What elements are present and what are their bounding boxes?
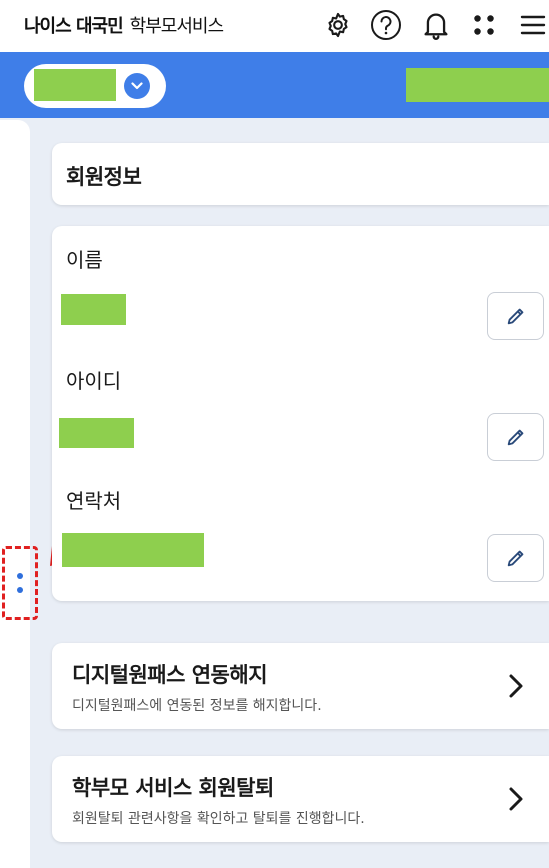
apps-icon[interactable] [468, 9, 500, 41]
pencil-icon [507, 429, 523, 446]
side-drawer [0, 120, 30, 868]
help-icon[interactable] [370, 9, 402, 41]
edit-id-button[interactable] [487, 413, 544, 461]
page-title-card: 회원정보 [52, 143, 549, 205]
chevron-down-icon[interactable] [124, 73, 150, 99]
pencil-icon [507, 550, 523, 567]
brand-bold-text: 나이스 대국민 [24, 16, 124, 37]
redacted-contact-value [62, 533, 204, 567]
redacted-id-value [59, 418, 134, 448]
edit-contact-button[interactable] [487, 534, 544, 582]
menu-icon[interactable] [517, 9, 549, 41]
redacted-name-value [61, 294, 126, 325]
app-header: 나이스 대국민 학부모서비스 [0, 0, 549, 52]
name-label: 이름 [66, 248, 103, 272]
brand-service-text: 학부모서비스 [129, 16, 224, 37]
edit-name-button[interactable] [487, 292, 544, 340]
chevron-right-icon [509, 787, 523, 811]
gear-icon[interactable] [322, 9, 354, 41]
drawer-handle[interactable] [2, 546, 38, 620]
page-title: 회원정보 [66, 165, 142, 189]
chevron-right-icon [509, 674, 523, 698]
student-selector-bar [0, 52, 549, 118]
brand-logo[interactable]: 나이스 대국민 학부모서비스 [24, 12, 224, 38]
digital-onepass-unlink-card[interactable]: 디지털원패스 연동해지 디지털원패스에 연동된 정보를 해지합니다. [52, 643, 549, 729]
handle-dot [17, 573, 23, 579]
unlink-subtitle: 디지털원패스에 연동된 정보를 해지합니다. [72, 698, 322, 714]
handle-dot [17, 587, 23, 593]
member-info-card: 이름 아이디 연락처 [52, 226, 549, 601]
unlink-title: 디지털원패스 연동해지 [72, 663, 268, 687]
bell-icon[interactable] [420, 9, 452, 41]
pencil-icon [507, 308, 523, 325]
student-selector-dropdown[interactable] [24, 64, 166, 108]
redacted-header-info [406, 68, 549, 102]
redacted-student-name [34, 69, 116, 101]
contact-label: 연락처 [66, 489, 122, 513]
withdraw-membership-card[interactable]: 학부모 서비스 회원탈퇴 회원탈퇴 관련사항을 확인하고 탈퇴를 진행합니다. [52, 756, 549, 842]
withdraw-subtitle: 회원탈퇴 관련사항을 확인하고 탈퇴를 진행합니다. [72, 811, 365, 827]
withdraw-title: 학부모 서비스 회원탈퇴 [72, 776, 274, 800]
id-label: 아이디 [66, 369, 122, 393]
